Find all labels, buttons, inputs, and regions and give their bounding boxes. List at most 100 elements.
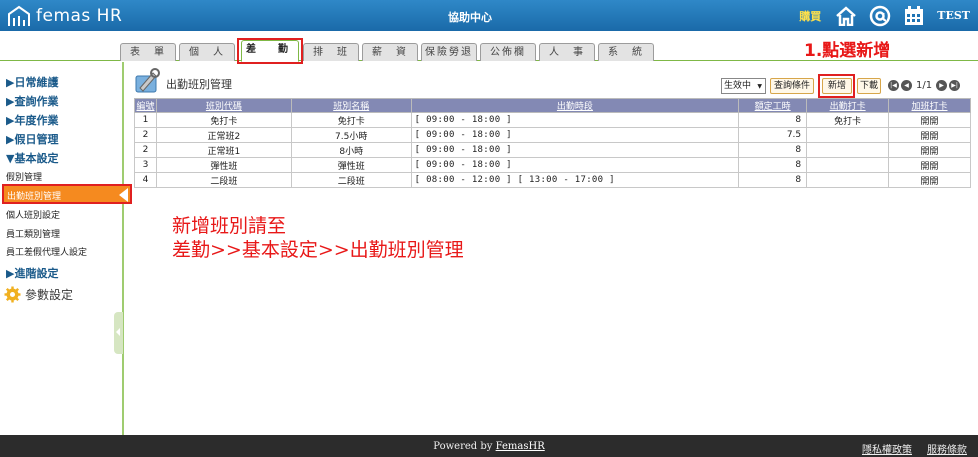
cell-no: 2	[134, 127, 157, 143]
cell-period: [ 09:00 - 18:00 ]	[410, 127, 740, 143]
cell-hours: 8	[738, 172, 808, 188]
table-row[interactable]: 2 正常班1 8小時 [ 09:00 - 18:00 ] 8 開開	[134, 142, 971, 158]
cell-hours: 8	[738, 157, 808, 173]
powered-text: Powered by	[433, 441, 496, 452]
sidebar-item-query[interactable]: ▶查詢作業	[6, 93, 58, 109]
cell-no: 1	[134, 112, 157, 128]
cell-code: 二段班	[155, 172, 292, 188]
header-actions: 購買 TEST	[799, 3, 970, 28]
sidebar-sub-label: 出勤班別管理	[7, 192, 62, 202]
purchase-link[interactable]: 購買	[799, 8, 821, 24]
tab-bulletin[interactable]: 公佈欄	[480, 43, 536, 61]
tab-forms[interactable]: 表 單	[120, 43, 176, 61]
femas-logo[interactable]: femas HR	[6, 3, 122, 28]
cell-ot-clock: 開開	[888, 157, 971, 173]
terms-link[interactable]: 服務條款	[927, 441, 967, 456]
cell-ot-clock: 開開	[888, 142, 971, 158]
table-row[interactable]: 3 彈性班 彈性班 [ 09:00 - 18:00 ] 8 開開	[134, 157, 971, 173]
sidebar-item-params[interactable]: 參數設定	[4, 286, 73, 303]
cell-name: 二段班	[290, 172, 412, 188]
cell-hours: 8	[738, 142, 808, 158]
sidebar-item-advanced[interactable]: ▶進階設定	[6, 265, 58, 281]
sidebar-sub-employee-category[interactable]: 員工類別管理	[6, 227, 60, 240]
tab-personal[interactable]: 個 人	[179, 43, 235, 61]
cell-code: 免打卡	[155, 112, 292, 128]
last-page-icon[interactable]: ▶|	[949, 80, 961, 91]
next-page-icon[interactable]: ▶	[936, 80, 948, 91]
sidebar-sub-personal-shift[interactable]: 個人班別設定	[6, 208, 60, 221]
instruction-line-1: 新增班別請至	[172, 215, 287, 237]
cell-hours: 8	[738, 112, 808, 128]
download-button[interactable]: 下載	[857, 78, 881, 94]
cell-clock	[806, 157, 890, 173]
sidebar-item-holiday[interactable]: ▶假日管理	[6, 131, 58, 147]
query-button[interactable]: 查詢條件	[770, 78, 814, 94]
instruction-line-2: 差勤>>基本設定>>出勤班別管理	[172, 239, 464, 261]
powered-by: Powered by FemasHR	[0, 441, 978, 452]
tab-system[interactable]: 系 統	[598, 43, 654, 61]
cell-code: 正常班1	[155, 142, 292, 158]
cell-clock	[806, 142, 890, 158]
col-hours[interactable]: 額定工時	[738, 98, 808, 113]
status-select[interactable]: 生效中	[721, 78, 766, 94]
col-clock[interactable]: 出勤打卡	[806, 98, 890, 113]
pager: |◀ ◀ 1/1 ▶ ▶|	[888, 80, 961, 91]
calendar-icon[interactable]	[903, 5, 925, 27]
cell-ot-clock: 開開	[888, 112, 971, 128]
table-row[interactable]: 1 免打卡 免打卡 [ 09:00 - 18:00 ] 8 免打卡 開開	[134, 112, 971, 128]
table-row[interactable]: 2 正常班2 7.5小時 [ 09:00 - 18:00 ] 7.5 開開	[134, 127, 971, 143]
tab-scheduling[interactable]: 排 班	[303, 43, 359, 61]
instruction-annotation: 新增班別請至 差勤>>基本設定>>出勤班別管理	[172, 214, 464, 262]
footer: Powered by FemasHR 隱私權政策 服務條款	[0, 435, 978, 457]
house-logo-icon	[8, 5, 30, 26]
cell-clock	[806, 127, 890, 143]
cell-no: 4	[134, 172, 157, 188]
table-header-row: 編號 班別代碼 班別名稱 出勤時段 額定工時 出勤打卡 加班打卡	[134, 98, 971, 113]
cell-name: 免打卡	[290, 112, 412, 128]
tab-hr[interactable]: 人 事	[539, 43, 595, 61]
sidebar-item-annual[interactable]: ▶年度作業	[6, 112, 58, 128]
user-name[interactable]: TEST	[937, 9, 970, 22]
first-page-icon[interactable]: |◀	[888, 80, 899, 91]
col-name[interactable]: 班別名稱	[290, 98, 412, 113]
cell-name: 8小時	[290, 142, 412, 158]
gear-icon	[4, 286, 21, 303]
step-annotation: 1.點選新增	[804, 41, 891, 61]
sidebar-item-daily[interactable]: ▶日常維護	[6, 74, 58, 90]
cell-name: 7.5小時	[290, 127, 412, 143]
sidebar-collapse-handle[interactable]	[114, 312, 123, 354]
sidebar-item-basic[interactable]: ▼基本設定	[6, 150, 58, 166]
cell-no: 2	[134, 142, 157, 158]
top-header: femas HR 協助中心 購買 TEST	[0, 0, 978, 31]
cell-period: [ 08:00 - 12:00 ] [ 13:00 - 17:00 ]	[410, 172, 740, 188]
cell-hours: 7.5	[738, 127, 808, 143]
cell-no: 3	[134, 157, 157, 173]
col-no[interactable]: 編號	[134, 98, 157, 113]
cell-clock	[806, 172, 890, 188]
tab-attendance[interactable]: 差 勤	[241, 40, 299, 62]
sidebar-sub-leave-type[interactable]: 假別管理	[6, 170, 42, 183]
cell-period: [ 09:00 - 18:00 ]	[410, 112, 740, 128]
wrench-icon	[134, 68, 162, 97]
col-ot-clock[interactable]: 加班打卡	[888, 98, 971, 113]
cell-ot-clock: 開開	[888, 127, 971, 143]
tab-payroll[interactable]: 薪 資	[362, 43, 418, 61]
home-icon[interactable]	[835, 5, 857, 26]
tab-insurance[interactable]: 保險勞退	[421, 43, 477, 61]
at-icon[interactable]	[869, 5, 891, 27]
table-row[interactable]: 4 二段班 二段班 [ 08:00 - 12:00 ] [ 13:00 - 17…	[134, 172, 971, 188]
shift-table: 編號 班別代碼 班別名稱 出勤時段 額定工時 出勤打卡 加班打卡 1 免打卡 免…	[134, 98, 971, 188]
new-button[interactable]: 新增	[822, 78, 852, 94]
sidebar: ▶日常維護 ▶查詢作業 ▶年度作業 ▶假日管理 ▼基本設定 假別管理 出勤班別管…	[0, 62, 132, 435]
prev-page-icon[interactable]: ◀	[901, 80, 912, 91]
sidebar-sub-shift-class[interactable]: 出勤班別管理	[2, 184, 132, 204]
sidebar-sub-agent[interactable]: 員工差假代理人設定	[6, 245, 87, 258]
cell-code: 彈性班	[155, 157, 292, 173]
page-heading: 協助中心	[448, 11, 492, 24]
page-indicator: 1/1	[916, 80, 933, 91]
cell-period: [ 09:00 - 18:00 ]	[410, 142, 740, 158]
col-period[interactable]: 出勤時段	[410, 98, 740, 113]
femashr-link[interactable]: FemasHR	[496, 441, 545, 452]
col-code[interactable]: 班別代碼	[155, 98, 292, 113]
privacy-link[interactable]: 隱私權政策	[862, 441, 912, 456]
